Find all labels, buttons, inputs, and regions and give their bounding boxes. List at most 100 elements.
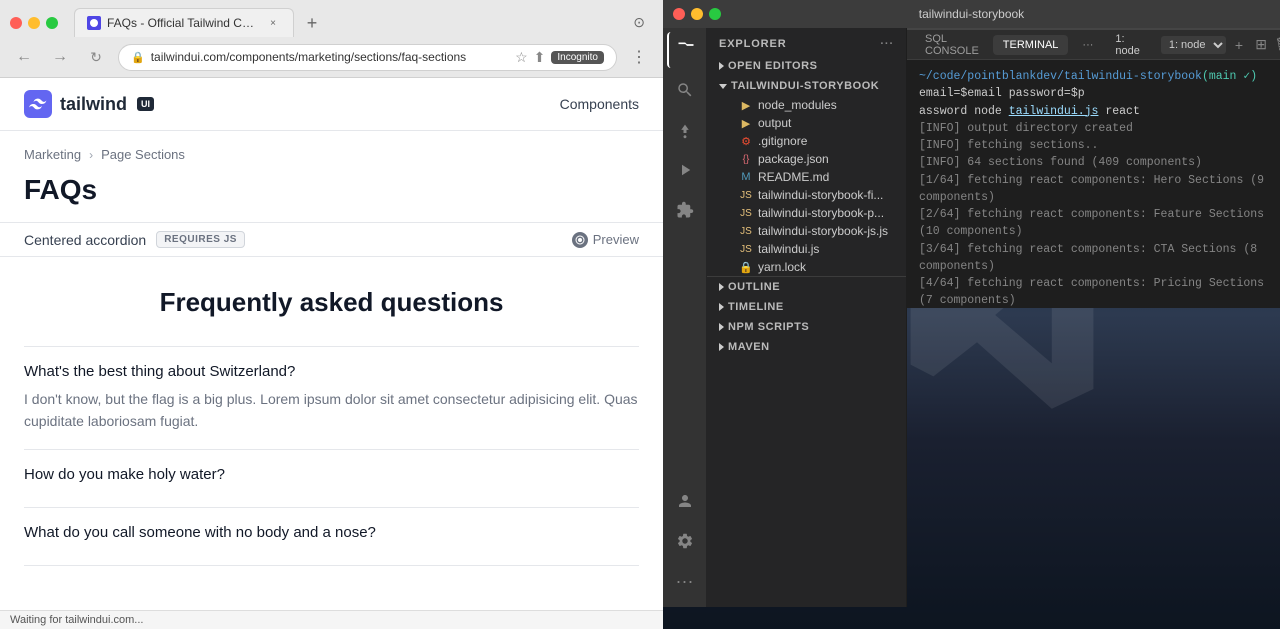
file-gitignore[interactable]: ⚙ .gitignore — [707, 132, 906, 150]
timeline-chevron — [719, 303, 724, 311]
tab-title: FAQs - Official Tailwind CSS U... — [107, 16, 259, 30]
js-icon: JS — [739, 242, 753, 256]
vscode-minimize-button[interactable] — [691, 8, 703, 20]
breadcrumb: Marketing › Page Sections — [0, 131, 663, 170]
file-readme[interactable]: M README.md — [707, 168, 906, 186]
file-yarn-lock[interactable]: 🔒 yarn.lock — [707, 258, 906, 276]
maven-section[interactable]: MAVEN — [707, 337, 906, 357]
browser-panel: FAQs - Official Tailwind CSS U... × + ⊙ … — [0, 0, 663, 629]
terminal-instance-select[interactable]: 1: node — [1161, 36, 1226, 54]
account-icon[interactable] — [667, 483, 703, 519]
sql-console-tab[interactable]: SQL CONSOLE — [915, 29, 989, 61]
breadcrumb-page-sections[interactable]: Page Sections — [101, 147, 185, 162]
file-name: node_modules — [758, 98, 837, 112]
logo-ui-badge: UI — [137, 97, 154, 111]
active-tab[interactable]: FAQs - Official Tailwind CSS U... × — [74, 8, 294, 37]
terminal-dots[interactable]: ··· — [1072, 35, 1103, 55]
reload-security-btn[interactable]: ⊙ — [633, 14, 653, 31]
file-package-json[interactable]: {} package.json — [707, 150, 906, 168]
address-bar[interactable]: 🔒 ☆ ⬆ Incognito — [118, 44, 617, 71]
file-storybook-fi[interactable]: JS tailwindui-storybook-fi... — [707, 186, 906, 204]
incognito-badge: Incognito — [551, 51, 604, 64]
outline-chevron — [719, 283, 724, 291]
requires-js-badge: REQUIRES JS — [156, 231, 245, 248]
js-icon: JS — [739, 206, 753, 220]
file-name: package.json — [758, 152, 829, 166]
tab-close-button[interactable]: × — [265, 15, 281, 31]
forward-button[interactable]: → — [46, 43, 74, 71]
terminal-split-button[interactable]: ⊞ — [1252, 35, 1270, 55]
timeline-section[interactable]: TIMELINE — [707, 297, 906, 317]
tab-favicon — [87, 16, 101, 30]
maven-chevron — [719, 343, 724, 351]
faq-answer-0: I don't know, but the flag is a big plus… — [24, 388, 639, 433]
section-header: Centered accordion REQUIRES JS Preview — [0, 222, 663, 257]
outline-label: OUTLINE — [728, 281, 780, 293]
terminal-tab[interactable]: TERMINAL — [993, 35, 1069, 55]
terminal-tabs: SQL CONSOLE TERMINAL ··· 1: node 1: node… — [907, 30, 1280, 60]
minimize-button[interactable] — [28, 17, 40, 29]
url-input[interactable] — [151, 50, 509, 64]
new-tab-button[interactable]: + — [298, 9, 326, 37]
file-name: tailwindui-storybook-fi... — [758, 188, 883, 202]
sidebar-collapsed-sections: OUTLINE TIMELINE NPM SCRIPTS MAVEN — [707, 276, 906, 357]
back-button[interactable]: ← — [10, 43, 38, 71]
maximize-button[interactable] — [46, 17, 58, 29]
open-editors-chevron — [719, 62, 724, 70]
file-storybook-js[interactable]: JS tailwindui-storybook-js.js — [707, 222, 906, 240]
outline-section[interactable]: OUTLINE — [707, 277, 906, 297]
project-chevron — [719, 84, 727, 89]
open-editors-section[interactable]: OPEN EDITORS — [707, 56, 906, 76]
vscode-close-button[interactable] — [673, 8, 685, 20]
browser-toolbar: ← → ↻ 🔒 ☆ ⬆ Incognito ⋮ — [0, 37, 663, 77]
site-nav: Components — [560, 96, 639, 112]
terminal-instance-label: 1: node — [1107, 33, 1156, 57]
terminal-kill-button[interactable]: 🗑 — [1274, 35, 1280, 55]
source-control-icon[interactable] — [667, 112, 703, 148]
terminal-add-button[interactable]: + — [1230, 35, 1248, 55]
faq-content: Frequently asked questions What's the be… — [0, 257, 663, 610]
vscode-title: tailwindui-storybook — [919, 7, 1024, 21]
folder-icon: ▶ — [739, 116, 753, 130]
extensions-icon[interactable] — [667, 192, 703, 228]
more-icon[interactable]: ··· — [667, 563, 703, 599]
close-button[interactable] — [10, 17, 22, 29]
vscode-panel: tailwindui-storybook — [663, 0, 1280, 629]
terminal-actions: 1: node 1: node + ⊞ 🗑 ⤢ × — [1107, 33, 1280, 57]
term-line-6: [2/64] fetching react components: Featur… — [919, 206, 1268, 241]
vscode-titlebar: tailwindui-storybook — [663, 0, 1280, 28]
status-text: Waiting for tailwindui.com... — [10, 614, 143, 626]
faq-question-2[interactable]: What do you call someone with no body an… — [24, 524, 639, 541]
lock-icon: 🔒 — [131, 51, 145, 64]
npm-label: NPM SCRIPTS — [728, 321, 809, 333]
faq-question-1[interactable]: How do you make holy water? — [24, 466, 639, 483]
folder-icon: ▶ — [739, 98, 753, 112]
vscode-maximize-button[interactable] — [709, 8, 721, 20]
share-button[interactable]: ⬆ — [534, 49, 546, 66]
project-label: TAILWINDUI-STORYBOOK — [731, 80, 879, 92]
project-section[interactable]: TAILWINDUI-STORYBOOK — [707, 76, 906, 96]
components-nav-link[interactable]: Components — [560, 96, 639, 112]
search-icon[interactable] — [667, 72, 703, 108]
term-line-3: [INFO] fetching sections.. — [919, 137, 1268, 154]
reload-button[interactable]: ↻ — [82, 43, 110, 71]
settings-icon[interactable] — [667, 523, 703, 559]
more-options-button[interactable]: ⋮ — [625, 43, 653, 71]
terminal-body[interactable]: ~/code/pointblankdev/tailwindui-storyboo… — [907, 60, 1280, 308]
js-icon: JS — [739, 224, 753, 238]
file-name: output — [758, 116, 791, 130]
file-tailwindui-js[interactable]: JS tailwindui.js — [707, 240, 906, 258]
run-debug-icon[interactable] — [667, 152, 703, 188]
file-node-modules[interactable]: ▶ node_modules — [707, 96, 906, 114]
explorer-icon[interactable] — [667, 32, 703, 68]
vscode-editor: SQL CONSOLE TERMINAL ··· 1: node 1: node… — [907, 28, 1280, 607]
faq-item-2: What do you call someone with no body an… — [24, 508, 639, 566]
breadcrumb-marketing[interactable]: Marketing — [24, 147, 81, 162]
npm-section[interactable]: NPM SCRIPTS — [707, 317, 906, 337]
explorer-more-button[interactable]: ··· — [880, 38, 894, 50]
file-output[interactable]: ▶ output — [707, 114, 906, 132]
preview-button[interactable]: Preview — [572, 232, 639, 248]
file-storybook-p[interactable]: JS tailwindui-storybook-p... — [707, 204, 906, 222]
bookmark-button[interactable]: ☆ — [515, 49, 528, 66]
faq-question-0[interactable]: What's the best thing about Switzerland? — [24, 363, 639, 380]
